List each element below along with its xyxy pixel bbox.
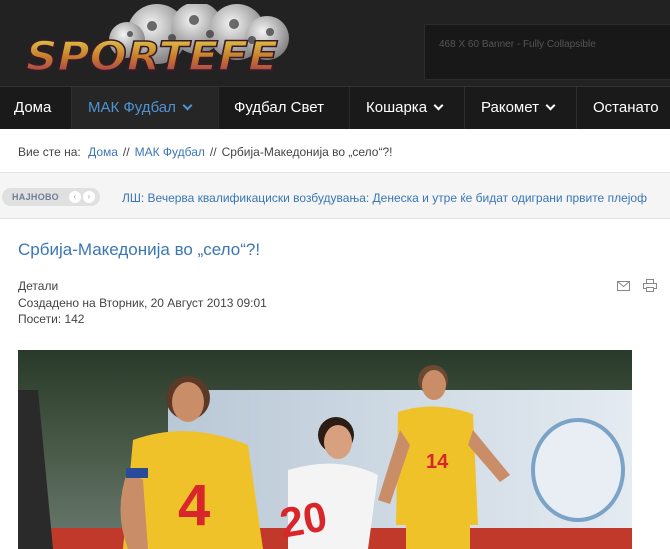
player-20-number: 20 bbox=[276, 492, 330, 546]
logo-text: SPORTEFE bbox=[26, 34, 278, 80]
latest-badge-label: НАЈНОВО bbox=[12, 192, 59, 202]
breadcrumb-link-mak-football[interactable]: МАК Фудбал bbox=[135, 145, 205, 159]
nav-item-label: Дома bbox=[14, 99, 52, 116]
article-meta: Детали Создадено на Вторник, 20 Август 2… bbox=[18, 278, 267, 328]
nav-item-handball[interactable]: Ракомет bbox=[465, 87, 577, 130]
main-nav: Дома МАК Фудбал Фудбал Свет Кошарка Рако… bbox=[0, 86, 670, 130]
banner-text: 468 X 60 Banner - Fully Collapsible bbox=[439, 39, 596, 50]
nav-item-label: Ракомет bbox=[481, 99, 539, 116]
nav-item-other[interactable]: Останато bbox=[577, 87, 670, 130]
breadcrumb-current: Србија-Македонија во „село“?! bbox=[221, 145, 393, 159]
breadcrumb-separator: // bbox=[209, 145, 217, 159]
prev-arrow-icon[interactable]: ‹ bbox=[69, 191, 81, 203]
details-label: Детали bbox=[18, 279, 59, 293]
article-actions bbox=[617, 279, 658, 297]
chevron-down-icon bbox=[545, 100, 556, 111]
breadcrumb-separator: // bbox=[122, 145, 130, 159]
nav-item-world-football[interactable]: Фудбал Свет bbox=[219, 87, 350, 130]
latest-badge: НАЈНОВО ‹ › bbox=[2, 188, 100, 206]
breadcrumb: Вие сте на: Дома // МАК Фудбал // Србија-Мак… bbox=[0, 129, 670, 173]
article-title[interactable]: Србија-Македонија во „село“?! bbox=[18, 240, 260, 260]
nav-item-label: Останато bbox=[593, 99, 659, 116]
hits-count: Посети: 142 bbox=[18, 312, 85, 326]
print-icon[interactable] bbox=[643, 279, 658, 297]
chevron-down-icon bbox=[182, 100, 193, 111]
nav-item-mak-football[interactable]: МАК Фудбал bbox=[72, 87, 219, 130]
nav-item-label: МАК Фудбал bbox=[88, 99, 176, 116]
news-ticker: НАЈНОВО ‹ › ЛШ: Вечерва квалификациски в… bbox=[0, 173, 670, 219]
ticker-headline[interactable]: ЛШ: Вечерва квалификациски возбудувања: … bbox=[122, 191, 647, 205]
created-date: Создадено на Вторник, 20 Август 2013 09:… bbox=[18, 295, 267, 310]
nav-item-home[interactable]: Дома bbox=[0, 87, 72, 130]
site-logo[interactable]: SPORTEFE bbox=[22, 2, 292, 82]
chevron-down-icon bbox=[433, 100, 444, 111]
article-photo: 4 20 14 bbox=[18, 350, 632, 549]
ad-banner[interactable]: 468 X 60 Banner - Fully Collapsible bbox=[424, 24, 670, 80]
breadcrumb-prefix: Вие сте на: bbox=[18, 145, 81, 159]
nav-item-label: Фудбал Свет bbox=[234, 99, 325, 116]
article: Србија-Македонија во „село“?! Детали Соз… bbox=[0, 219, 670, 549]
player-4-number: 4 bbox=[178, 473, 210, 538]
next-arrow-icon[interactable]: › bbox=[83, 191, 95, 203]
nav-item-label: Кошарка bbox=[366, 99, 428, 116]
breadcrumb-link-home[interactable]: Дома bbox=[88, 145, 118, 159]
email-icon[interactable] bbox=[617, 279, 631, 297]
nav-item-basketball[interactable]: Кошарка bbox=[350, 87, 465, 130]
player-14-number: 14 bbox=[426, 451, 449, 473]
site-header: SPORTEFE 468 X 60 Banner - Fully Collaps… bbox=[0, 0, 670, 86]
